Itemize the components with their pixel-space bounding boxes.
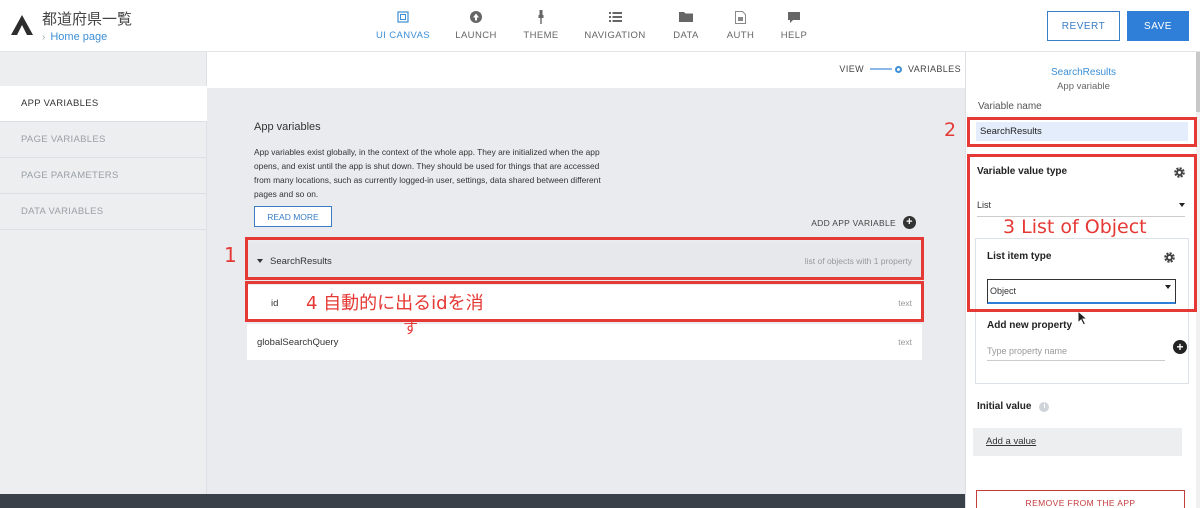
plus-circle-icon: + [903, 216, 916, 229]
ui-canvas-icon [395, 9, 411, 25]
panel-subtitle: App variable [1057, 81, 1110, 92]
annotation-label-1: 1 [224, 243, 237, 267]
initial-value-text: Initial value [977, 401, 1032, 412]
add-property-label: Add new property [987, 320, 1073, 331]
sidebar-item-app-variables[interactable]: APP VARIABLES [0, 86, 207, 122]
nav-auth[interactable]: AUTH [711, 0, 770, 52]
nav-label: DATA [673, 30, 699, 41]
navigation-icon [607, 9, 623, 25]
theme-icon [533, 9, 549, 25]
add-app-variable-label: ADD APP VARIABLE [811, 217, 896, 228]
annotation-box-1 [245, 237, 924, 280]
panel-variable-name: SearchResults [1050, 67, 1117, 78]
variables-sidebar: APP VARIABLES PAGE VARIABLES PAGE PARAME… [0, 52, 207, 494]
variable-type: text [898, 337, 912, 347]
add-app-variable-button[interactable]: ADD APP VARIABLE + [811, 216, 916, 229]
mouse-cursor-icon [1077, 310, 1088, 326]
revert-button[interactable]: REVERT [1047, 11, 1120, 41]
add-value-link[interactable]: Add a value [973, 428, 1182, 456]
variable-name-label: Variable name [978, 101, 1042, 112]
add-property-plus-icon[interactable]: + [1173, 340, 1187, 354]
remove-from-app-button[interactable]: REMOVE FROM THE APP [976, 490, 1185, 508]
variable-name: globalSearchQuery [257, 336, 339, 348]
app-logo-icon [11, 15, 33, 35]
nav-label: HELP [780, 30, 808, 41]
breadcrumb[interactable]: › Home page [42, 31, 107, 43]
help-icon [786, 9, 802, 25]
toggle-knob[interactable] [895, 65, 903, 73]
sidebar-item-page-variables[interactable]: PAGE VARIABLES [0, 122, 207, 158]
property-name-input[interactable]: Type property name [987, 343, 1165, 361]
read-more-button[interactable]: READ MORE [254, 206, 332, 227]
nav-label: AUTH [726, 30, 755, 41]
breadcrumb-home-link[interactable]: Home page [50, 31, 107, 43]
nav-data[interactable]: DATA [661, 0, 711, 52]
description-text: App variables exist globally, in the con… [254, 147, 601, 199]
launch-icon [468, 9, 484, 25]
initial-value-label: Initial value i [977, 401, 1050, 412]
data-icon [678, 9, 694, 25]
view-variables-toggle[interactable]: VIEW VARIABLES [839, 64, 961, 74]
view-toggle-bar: VIEW VARIABLES [207, 52, 965, 88]
annotation-label-2: 2 [944, 119, 957, 141]
nav-launch[interactable]: LAUNCH [439, 0, 513, 52]
save-button[interactable]: SAVE [1127, 11, 1189, 41]
nav-label: NAVIGATION [584, 30, 646, 41]
page-title: App variables [254, 121, 321, 133]
panel-header: SearchResults App variable [966, 52, 1200, 102]
annotation-label-4-cont: す [403, 319, 419, 337]
variables-label[interactable]: VARIABLES [908, 64, 961, 74]
bottom-bar [0, 494, 965, 508]
sidebar-item-page-parameters[interactable]: PAGE PARAMETERS [0, 158, 207, 194]
auth-icon [733, 9, 749, 25]
app-title: 都道府県一覧 [42, 11, 133, 28]
nav-help[interactable]: HELP [770, 0, 818, 52]
top-bar: 都道府県一覧 › Home page UI CANVAS LAUNCH THEME… [0, 0, 1200, 52]
nav-label: THEME [523, 30, 559, 41]
nav-theme[interactable]: THEME [513, 0, 569, 52]
main-nav: UI CANVAS LAUNCH THEME NAVIGATION DATA A… [367, 0, 818, 52]
info-icon[interactable]: i [1039, 401, 1050, 412]
toggle-track [870, 68, 893, 70]
variable-row-globalsearchquery[interactable]: globalSearchQuery text [247, 324, 922, 360]
annotation-label-4: 4 自動的に出るidを消 [306, 293, 484, 314]
chevron-right-icon: › [42, 32, 46, 43]
annotation-label-3: 3 List of Object [1003, 216, 1147, 238]
nav-label: LAUNCH [455, 30, 497, 41]
nav-navigation[interactable]: NAVIGATION [569, 0, 661, 52]
sidebar-item-data-variables[interactable]: DATA VARIABLES [0, 194, 207, 230]
scrollbar-thumb[interactable] [1196, 52, 1200, 112]
annotation-box-2 [967, 117, 1197, 147]
nav-label: UI CANVAS [375, 30, 431, 41]
nav-ui-canvas[interactable]: UI CANVAS [367, 0, 439, 52]
view-label[interactable]: VIEW [839, 64, 864, 74]
